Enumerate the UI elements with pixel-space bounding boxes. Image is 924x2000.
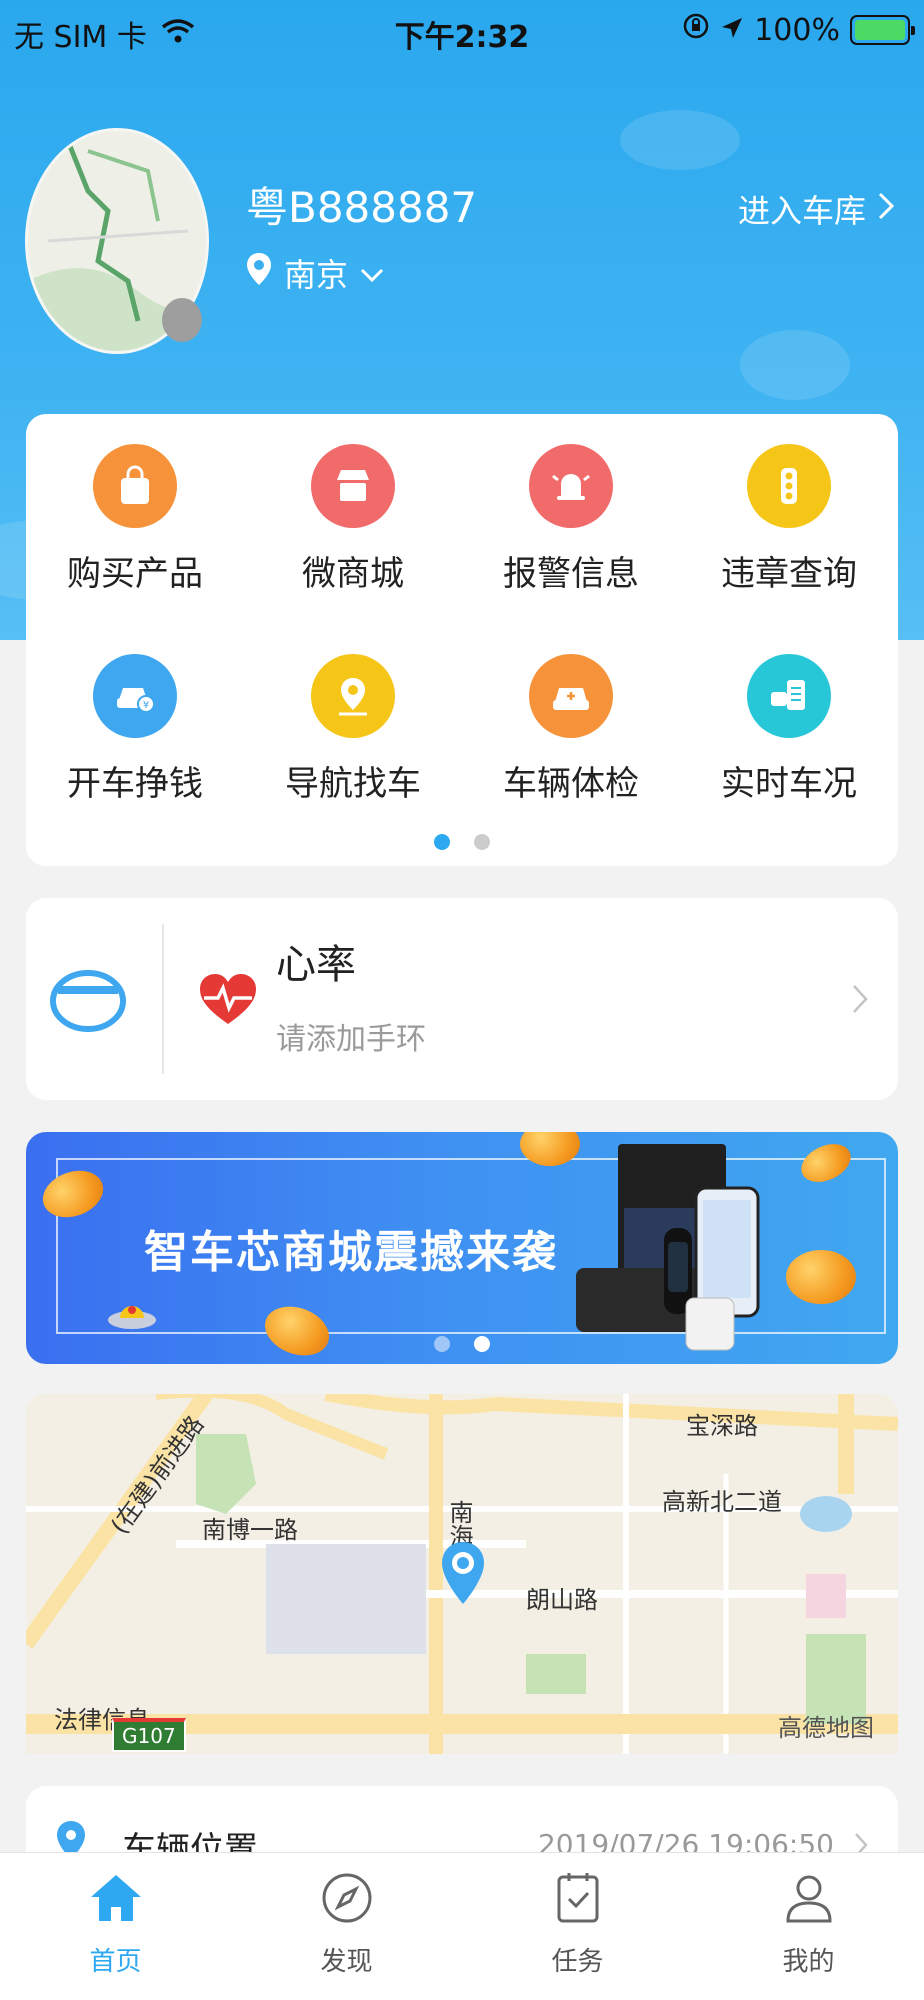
chevron-right-icon — [878, 190, 895, 228]
status-bar: 无 SIM 卡 下午2:32 100% — [0, 0, 924, 62]
map-provider-label: 高德地图 — [778, 1714, 874, 1742]
menu-item-violation-query[interactable]: 违章查询 — [680, 444, 898, 595]
license-plate: 粤B888887 — [246, 183, 478, 232]
divider — [162, 924, 164, 1074]
tab-home[interactable]: 首页 — [0, 1871, 231, 1978]
garage-label: 进入车库 — [737, 192, 866, 230]
tab-discover[interactable]: 发现 — [231, 1871, 462, 1978]
menu-item-label: 开车挣钱 — [67, 764, 203, 804]
road-label: 朗山路 — [526, 1586, 598, 1614]
page-dot-active[interactable] — [434, 834, 450, 850]
page-dot[interactable] — [474, 834, 490, 850]
page-dot-active[interactable] — [474, 1336, 490, 1352]
shop-icon — [311, 444, 395, 528]
user-icon — [784, 1875, 834, 1929]
live-status-icon — [747, 654, 831, 738]
tab-bar: 首页 发现 任务 我的 — [0, 1852, 924, 2000]
menu-item-label: 微商城 — [302, 554, 404, 594]
menu-item-live-status[interactable]: 实时车况 — [680, 654, 898, 805]
menu-item-label: 实时车况 — [721, 764, 857, 804]
road-label: 宝深路 — [686, 1412, 758, 1440]
city-selector[interactable]: 南京 — [246, 250, 384, 296]
compass-icon — [320, 1873, 374, 1929]
tab-label: 发现 — [320, 1947, 373, 1977]
menu-item-micro-mall[interactable]: 微商城 — [244, 444, 462, 595]
banner-page-indicator — [26, 1336, 898, 1352]
quick-menu-card: 购买产品 微商城 报警信息 违章查询 ¥ 开车挣钱 导航找车 车辆体检 实时车况 — [26, 414, 898, 866]
menu-item-buy-product[interactable]: 购买产品 — [26, 444, 244, 595]
tab-label: 首页 — [89, 1947, 142, 1977]
avatar-badge — [162, 298, 202, 342]
menu-item-label: 导航找车 — [285, 764, 421, 804]
heart-rate-subtitle: 请添加手环 — [276, 1022, 426, 1057]
page-dot[interactable] — [434, 1336, 450, 1352]
menu-item-alarm-info[interactable]: 报警信息 — [462, 444, 680, 595]
menu-item-vehicle-checkup[interactable]: 车辆体检 — [462, 654, 680, 805]
promo-banner[interactable]: 智车芯商城震撼来袭 — [26, 1132, 898, 1364]
rotation-lock-icon — [682, 12, 710, 48]
enter-garage-link[interactable]: 进入车库 — [737, 186, 895, 232]
bag-icon — [93, 444, 177, 528]
navigation-pin-icon — [311, 654, 395, 738]
city-label: 南京 — [284, 256, 349, 294]
product-image — [576, 1138, 816, 1364]
menu-item-navigate-car[interactable]: 导航找车 — [244, 654, 462, 805]
tab-profile[interactable]: 我的 — [693, 1871, 924, 1978]
tab-label: 任务 — [551, 1947, 604, 1977]
heart-rate-icon — [198, 972, 258, 1032]
menu-page-indicator — [26, 834, 898, 850]
car-checkup-icon — [529, 654, 613, 738]
heart-rate-card[interactable]: 心率 请添加手环 — [26, 898, 898, 1100]
vehicle-map[interactable]: 宝深路 高新北二道 南博一路 (在建)前进路 朗山路 法律信息 南海 G107 … — [26, 1394, 898, 1754]
banner-headline: 智车芯商城震撼来袭 — [144, 1227, 558, 1278]
bell-icon — [529, 444, 613, 528]
task-icon — [555, 1873, 601, 1929]
menu-item-label: 报警信息 — [503, 554, 639, 594]
road-label: 南博一路 — [202, 1516, 298, 1544]
home-icon — [87, 1875, 145, 1929]
heart-rate-title: 心率 — [276, 942, 356, 988]
battery-percent: 100% — [754, 12, 840, 48]
location-arrow-icon — [720, 13, 744, 48]
traffic-light-icon — [747, 444, 831, 528]
car-money-icon: ¥ — [93, 654, 177, 738]
highway-shield: G107 — [112, 1718, 186, 1752]
menu-item-label: 购买产品 — [67, 554, 203, 594]
svg-text:¥: ¥ — [143, 700, 149, 711]
tab-label: 我的 — [782, 1947, 835, 1977]
menu-item-label: 车辆体检 — [503, 764, 639, 804]
road-label: 高新北二道 — [662, 1488, 782, 1516]
menu-item-drive-earn[interactable]: ¥ 开车挣钱 — [26, 654, 244, 805]
battery-icon — [850, 15, 915, 45]
car-location-marker-icon[interactable] — [440, 1540, 486, 1610]
menu-item-label: 违章查询 — [721, 554, 857, 594]
chevron-down-icon — [360, 254, 384, 292]
wristband-icon — [48, 966, 128, 1040]
chevron-right-icon — [852, 984, 868, 1018]
tab-tasks[interactable]: 任务 — [462, 1871, 693, 1978]
location-pin-icon — [246, 252, 272, 294]
